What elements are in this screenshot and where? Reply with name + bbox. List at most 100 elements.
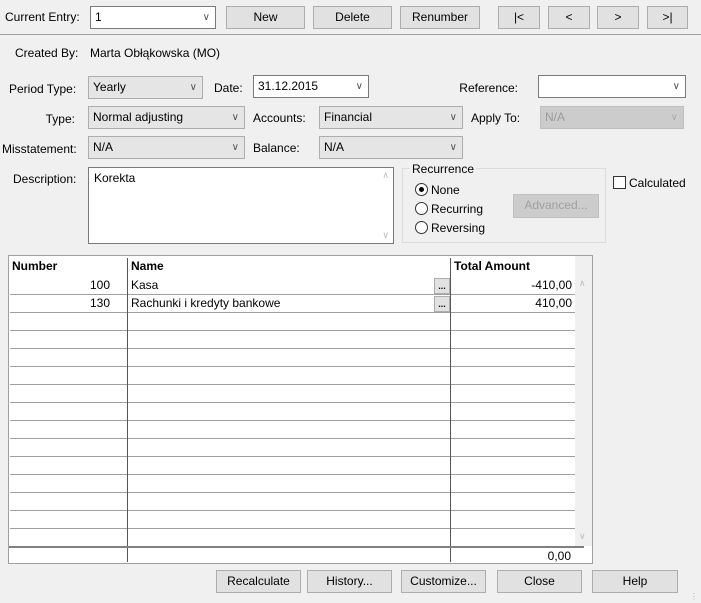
- grid-scrollbar[interactable]: ∧ ∨: [575, 256, 592, 546]
- calculated-checkbox[interactable]: [613, 176, 626, 189]
- misstatement-combo[interactable]: N/A ∨: [88, 136, 245, 159]
- misstatement-label: Misstatement:: [2, 142, 77, 156]
- delete-button[interactable]: Delete: [313, 6, 392, 29]
- entries-grid[interactable]: Number Name Total Amount 100 Kasa ... -4…: [8, 255, 593, 564]
- date-label: Date:: [214, 81, 243, 95]
- radio-none-label: None: [431, 183, 460, 197]
- row-amount: 410,00: [535, 296, 572, 310]
- chevron-down-icon: ∨: [355, 81, 363, 92]
- scroll-down-icon[interactable]: ∨: [382, 230, 389, 241]
- chevron-down-icon: ∨: [672, 81, 680, 92]
- table-row[interactable]: [10, 439, 576, 457]
- created-by-label: Created By:: [15, 46, 79, 60]
- reference-label: Reference:: [459, 81, 518, 95]
- period-type-value: Yearly: [93, 80, 126, 94]
- row-name: Kasa: [131, 278, 159, 292]
- table-row[interactable]: [10, 421, 576, 439]
- chevron-down-icon: ∨: [231, 112, 239, 123]
- created-by-value: Marta Obłąkowska (MO): [90, 46, 221, 60]
- type-value: Normal adjusting: [93, 110, 184, 124]
- column-header-number[interactable]: Number: [12, 258, 57, 275]
- recurrence-title: Recurrence: [410, 162, 477, 176]
- history-button[interactable]: History...: [307, 570, 392, 593]
- table-row[interactable]: [10, 367, 576, 385]
- column-header-total-amount[interactable]: Total Amount: [454, 258, 530, 275]
- row-number: 130: [89, 296, 110, 310]
- next-entry-button[interactable]: >: [597, 6, 639, 29]
- current-entry-label: Current Entry:: [5, 10, 80, 24]
- help-button[interactable]: Help: [592, 570, 678, 593]
- scroll-up-icon[interactable]: ∧: [579, 278, 586, 289]
- table-row[interactable]: [10, 385, 576, 403]
- row-lookup-button[interactable]: ...: [434, 296, 450, 312]
- accounts-label: Accounts:: [253, 111, 306, 125]
- new-button[interactable]: New: [226, 6, 305, 29]
- balance-value: N/A: [324, 140, 345, 154]
- grid-header: Number Name Total Amount: [9, 256, 575, 276]
- current-entry-value: 1: [95, 10, 102, 24]
- chevron-down-icon: ∨: [670, 112, 678, 123]
- chevron-down-icon: ∨: [202, 12, 210, 23]
- customize-button[interactable]: Customize...: [401, 570, 486, 593]
- apply-to-label: Apply To:: [471, 111, 521, 125]
- type-label: Type:: [45, 112, 75, 126]
- radio-reversing-label: Reversing: [431, 221, 486, 235]
- table-row[interactable]: [10, 349, 576, 367]
- accounts-combo[interactable]: Financial ∨: [319, 106, 463, 129]
- table-row[interactable]: [10, 331, 576, 349]
- resize-grip-icon[interactable]: ⋮: [690, 592, 698, 601]
- table-row[interactable]: [10, 313, 576, 331]
- table-row[interactable]: [10, 493, 576, 511]
- radio-none[interactable]: [415, 183, 428, 196]
- total-amount: 0,00: [547, 549, 571, 563]
- date-value: 31.12.2015: [258, 79, 319, 93]
- period-type-label: Period Type:: [9, 82, 77, 96]
- apply-to-value: N/A: [545, 110, 566, 124]
- column-divider: [127, 258, 128, 562]
- advanced-button: Advanced...: [513, 194, 599, 218]
- table-row[interactable]: [10, 529, 576, 547]
- table-row[interactable]: [10, 475, 576, 493]
- row-name: Rachunki i kredyty bankowe: [131, 296, 281, 310]
- description-label: Description:: [13, 172, 77, 186]
- close-button[interactable]: Close: [497, 570, 582, 593]
- radio-recurring-label: Recurring: [431, 202, 484, 216]
- description-textarea[interactable]: Korekta ∧ ∨: [88, 167, 394, 244]
- description-value: Korekta: [94, 171, 136, 185]
- toolbar-separator: [0, 34, 701, 35]
- radio-reversing[interactable]: [415, 221, 428, 234]
- balance-label: Balance:: [253, 141, 300, 155]
- reference-combo[interactable]: ∨: [538, 75, 686, 98]
- chevron-down-icon: ∨: [231, 142, 239, 153]
- recalculate-button[interactable]: Recalculate: [216, 570, 301, 593]
- period-type-combo[interactable]: Yearly ∨: [88, 76, 203, 99]
- calculated-label: Calculated: [629, 176, 686, 190]
- table-row[interactable]: 100 Kasa ... -410,00: [10, 277, 576, 295]
- row-number: 100: [89, 278, 110, 292]
- previous-entry-button[interactable]: <: [548, 6, 590, 29]
- last-entry-button[interactable]: >|: [647, 6, 688, 29]
- table-row[interactable]: [10, 403, 576, 421]
- radio-recurring[interactable]: [415, 202, 428, 215]
- accounts-value: Financial: [324, 110, 373, 124]
- balance-combo[interactable]: N/A ∨: [319, 136, 463, 159]
- misstatement-value: N/A: [93, 140, 114, 154]
- date-picker[interactable]: 31.12.2015 ∨: [253, 75, 369, 98]
- first-entry-button[interactable]: |<: [498, 6, 540, 29]
- column-divider: [450, 258, 451, 562]
- type-combo[interactable]: Normal adjusting ∨: [88, 106, 245, 129]
- row-lookup-button[interactable]: ...: [434, 278, 450, 294]
- scroll-up-icon[interactable]: ∧: [382, 170, 389, 181]
- scroll-down-icon[interactable]: ∨: [579, 531, 586, 542]
- chevron-down-icon: ∨: [449, 112, 457, 123]
- column-header-name[interactable]: Name: [131, 258, 164, 275]
- renumber-button[interactable]: Renumber: [400, 6, 480, 29]
- table-row[interactable]: 130 Rachunki i kredyty bankowe ... 410,0…: [10, 295, 576, 313]
- current-entry-combo[interactable]: 1 ∨: [90, 6, 216, 29]
- chevron-down-icon: ∨: [449, 142, 457, 153]
- chevron-down-icon: ∨: [189, 82, 197, 93]
- table-row[interactable]: [10, 457, 576, 475]
- row-amount: -410,00: [531, 278, 572, 292]
- table-row[interactable]: [10, 511, 576, 529]
- apply-to-combo: N/A ∨: [540, 106, 684, 129]
